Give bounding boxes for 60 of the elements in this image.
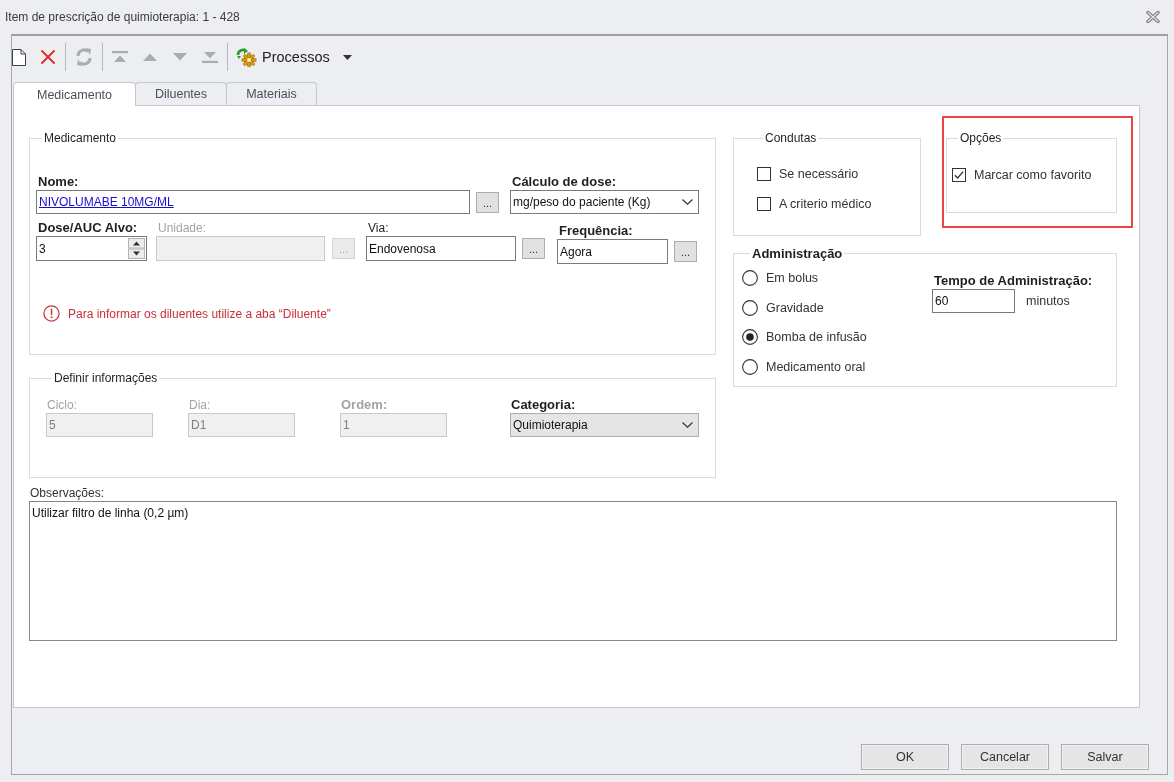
category-dropdown[interactable]: Quimioterapia xyxy=(510,413,699,437)
field-label: Nome: xyxy=(38,174,79,190)
input-field[interactable]: 60 xyxy=(932,289,1015,313)
lookup-button[interactable]: ... xyxy=(476,191,499,213)
close-icon[interactable] xyxy=(1146,11,1160,23)
dialog-button[interactable]: Cancelar xyxy=(961,744,1049,770)
radio-label[interactable]: Bomba de infusão xyxy=(766,330,867,344)
radio-label[interactable]: Medicamento oral xyxy=(766,359,866,374)
blank-page-icon[interactable] xyxy=(12,48,26,66)
lookup-button[interactable]: ... xyxy=(522,238,545,259)
field-label: Via: xyxy=(368,220,389,236)
field-label: Cálculo de dose: xyxy=(512,174,617,190)
group-title: Definir informações xyxy=(53,371,159,385)
group-title: Administração xyxy=(751,246,844,261)
radio-button[interactable] xyxy=(742,270,758,286)
field-label: Tempo de Administração: xyxy=(934,273,1093,289)
unit-label: minutos xyxy=(1026,294,1070,308)
chevron-down-icon xyxy=(682,199,693,205)
group-title: Medicamento xyxy=(43,131,118,145)
checkbox-label[interactable]: Marcar como favorito xyxy=(974,168,1092,182)
field-label: Ciclo: xyxy=(47,397,77,413)
checkbox[interactable] xyxy=(757,197,771,211)
group-title: Condutas xyxy=(764,131,818,145)
notes-field[interactable]: Utilizar filtro de linha (0,2 µm) xyxy=(29,501,1117,641)
processes-menu-button[interactable]: Processos xyxy=(232,42,356,72)
input-field[interactable]: Endovenosa xyxy=(366,236,516,261)
number-spinner[interactable]: 3 xyxy=(36,236,147,261)
radio-button[interactable] xyxy=(742,299,758,316)
checkbox-label[interactable]: A criterio médico xyxy=(779,197,872,211)
chevron-down-icon xyxy=(682,422,693,428)
field-label: Frequência: xyxy=(559,223,633,239)
delete-icon[interactable] xyxy=(40,49,56,65)
field-label: Ordem: xyxy=(341,397,388,413)
radio-button[interactable] xyxy=(742,358,758,375)
notes-label: Observações: xyxy=(30,486,105,500)
radio-label[interactable]: Gravidade xyxy=(766,300,824,315)
notice-text: Para informar os diluentes utilize a aba “Diluente” xyxy=(68,306,331,321)
warning-icon xyxy=(43,305,60,322)
tab[interactable]: Medicamento xyxy=(13,82,136,106)
gears-icon xyxy=(236,47,257,67)
dialog-button[interactable]: Salvar xyxy=(1061,744,1149,770)
up-down-arrows-icon[interactable] xyxy=(128,238,145,259)
radio-button[interactable] xyxy=(742,329,758,345)
field-label: Unidade: xyxy=(158,220,207,236)
lookup-button[interactable]: ... xyxy=(674,241,697,262)
dose-calculation-dropdown[interactable]: mg/peso do paciente (Kg) xyxy=(510,190,699,214)
radio-label[interactable]: Em bolus xyxy=(766,271,819,285)
input-field[interactable]: Agora xyxy=(557,239,668,264)
checkbox[interactable] xyxy=(952,168,966,182)
checkbox-label[interactable]: Se necessário xyxy=(779,167,859,181)
input-field[interactable]: NIVOLUMABE 10MG/ML xyxy=(36,190,470,214)
field-label: Dose/AUC Alvo: xyxy=(38,220,138,236)
tab[interactable]: Materiais xyxy=(226,82,317,105)
checkbox[interactable] xyxy=(757,167,771,181)
dialog-button[interactable]: OK xyxy=(861,744,949,770)
caret-down-icon xyxy=(342,54,352,60)
field-label: Dia: xyxy=(189,397,211,413)
window-title: Item de prescrição de quimioterapia: 1 - 428 xyxy=(5,10,240,24)
group-title: Opções xyxy=(959,131,1003,145)
field-label: Categoria: xyxy=(511,397,576,413)
